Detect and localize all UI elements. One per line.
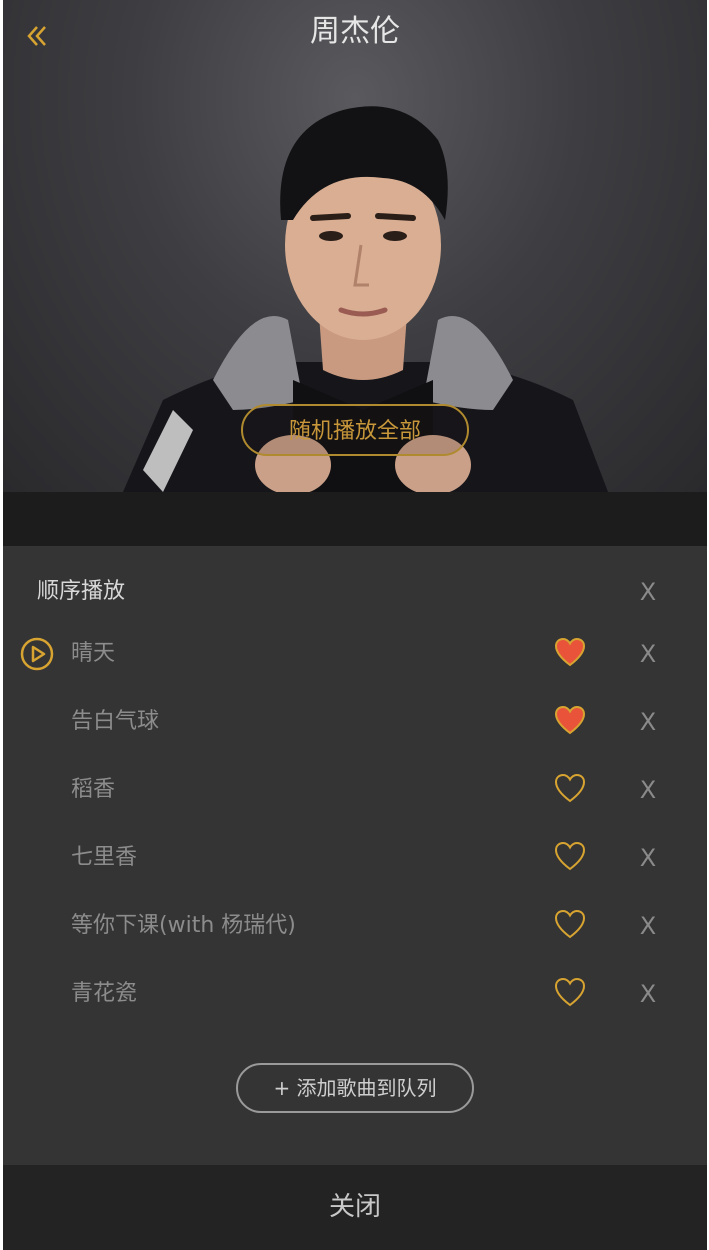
queue-row[interactable]: 稻香 X xyxy=(3,762,707,822)
artist-hero: 周杰伦 随机播放全部 xyxy=(3,0,707,492)
section-divider xyxy=(3,492,707,546)
remove-song-button[interactable]: X xyxy=(633,978,663,1010)
song-title: 晴天 xyxy=(71,641,116,666)
remove-song-button[interactable]: X xyxy=(633,842,663,874)
heart-outline-icon[interactable] xyxy=(553,976,587,1010)
song-title: 稻香 xyxy=(71,777,116,802)
heart-filled-icon[interactable] xyxy=(553,704,587,738)
close-button[interactable]: 关闭 xyxy=(3,1187,707,1227)
song-title: 告白气球 xyxy=(71,709,160,734)
clear-queue-button[interactable]: X xyxy=(633,576,663,608)
queue-row[interactable]: 青花瓷 X xyxy=(3,966,707,1026)
queue-row[interactable]: 七里香 X xyxy=(3,830,707,890)
heart-outline-icon[interactable] xyxy=(553,840,587,874)
remove-song-button[interactable]: X xyxy=(633,706,663,738)
queue-row[interactable]: 晴天 X xyxy=(3,626,707,686)
heart-outline-icon[interactable] xyxy=(553,908,587,942)
artist-queue-screen: 周杰伦 随机播放全部 顺序播放 X 晴天 X 告白气球 X 稻香 X 七里香 X… xyxy=(3,0,707,1250)
queue-row[interactable]: 等你下课(with 杨瑞代) X xyxy=(3,898,707,958)
queue-row[interactable]: 告白气球 X xyxy=(3,694,707,754)
footer-bar: 关闭 xyxy=(3,1165,707,1250)
play-circle-icon xyxy=(20,637,54,671)
queue-panel: 顺序播放 X 晴天 X 告白气球 X 稻香 X 七里香 X 等你下课(with … xyxy=(3,546,707,1165)
shuffle-all-button[interactable]: 随机播放全部 xyxy=(241,404,469,456)
song-title: 青花瓷 xyxy=(71,981,138,1006)
heart-filled-icon[interactable] xyxy=(553,636,587,670)
page-title: 周杰伦 xyxy=(310,14,400,49)
play-mode-label[interactable]: 顺序播放 xyxy=(37,576,125,608)
song-title: 等你下课(with 杨瑞代) xyxy=(71,913,296,938)
remove-song-button[interactable]: X xyxy=(633,774,663,806)
remove-song-button[interactable]: X xyxy=(633,910,663,942)
song-title: 七里香 xyxy=(71,845,138,870)
heart-outline-icon[interactable] xyxy=(553,772,587,806)
remove-song-button[interactable]: X xyxy=(633,638,663,670)
add-to-queue-button[interactable]: + 添加歌曲到队列 xyxy=(236,1063,474,1113)
